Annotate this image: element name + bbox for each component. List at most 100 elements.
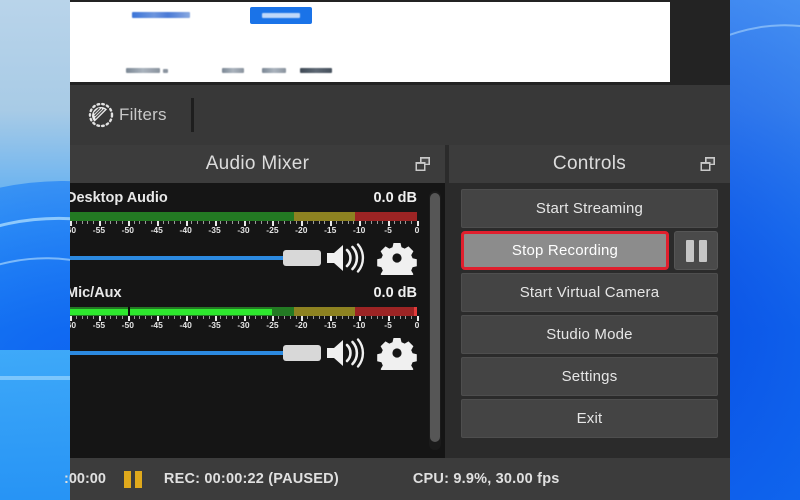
- controls-row: Settings: [461, 357, 718, 396]
- preview-button-label: [262, 13, 300, 18]
- volume-slider-fill: [70, 256, 319, 260]
- filters-icon: [88, 102, 114, 128]
- audio-mixer-title: Audio Mixer: [205, 153, 310, 174]
- meter-scale-label: -20: [295, 225, 308, 235]
- meter-scale-label: -5: [384, 320, 392, 330]
- mixer-track: Desktop Audio0.0 dB-60-55-50-45-40-35-30…: [70, 185, 429, 283]
- pause-recording-button[interactable]: [674, 231, 718, 270]
- meter-scale-label: -10: [353, 225, 366, 235]
- mixer-track-list: Desktop Audio0.0 dB-60-55-50-45-40-35-30…: [70, 183, 429, 458]
- control-button-stop-recording[interactable]: Stop Recording: [461, 231, 669, 270]
- controls-row: Stop Recording: [461, 231, 718, 270]
- meter-scale-label: -60: [70, 320, 77, 330]
- mixer-scrollbar[interactable]: [429, 183, 445, 458]
- controls-title: Controls: [552, 153, 627, 174]
- mixer-track-db: 0.0 dB: [373, 285, 417, 301]
- filters-label: Filters: [119, 105, 167, 124]
- controls-titlebar: Controls: [449, 145, 730, 183]
- meter-scale: -60-55-50-45-40-35-30-25-20-15-10-50: [70, 225, 420, 237]
- mixer-scrollbar-track[interactable]: [429, 191, 441, 450]
- meter-scale-label: -40: [179, 320, 192, 330]
- preview-footer-caret: [163, 69, 168, 73]
- obs-studio-window: Filters Audio Mixer Desktop Audio0.0 dB-: [64, 0, 730, 500]
- mixer-track-controls: [70, 331, 417, 378]
- mixer-track-name: Mic/Aux: [70, 285, 122, 301]
- audio-mixer-titlebar: Audio Mixer: [70, 145, 445, 183]
- preview-footer-item: [262, 68, 286, 73]
- meter-scale-label: -35: [208, 320, 221, 330]
- meter-peak-marker: [127, 307, 130, 316]
- volume-slider-handle[interactable]: [283, 250, 321, 266]
- meter-scale-label: -50: [121, 320, 134, 330]
- control-button-start-streaming[interactable]: Start Streaming: [461, 189, 718, 228]
- mixer-track-name: Desktop Audio: [70, 190, 168, 206]
- docks-row: Audio Mixer Desktop Audio0.0 dB-60-55-50…: [70, 145, 730, 458]
- preview-footer-item: [126, 68, 160, 73]
- preview-footer-item: [300, 68, 332, 73]
- meter-scale-label: 0: [414, 320, 420, 330]
- controls-dock: Controls Start Streaming Stop Recording St…: [445, 145, 730, 458]
- meter-clip-indicator: [414, 307, 417, 316]
- speaker-on-icon[interactable]: [323, 241, 369, 275]
- popout-icon[interactable]: [415, 157, 431, 172]
- pause-icon-bar: [685, 239, 694, 262]
- gear-icon[interactable]: [377, 241, 417, 283]
- volume-slider[interactable]: [70, 342, 321, 364]
- control-button-settings[interactable]: Settings: [461, 357, 718, 396]
- mixer-level-meter: -60-55-50-45-40-35-30-25-20-15-10-50: [70, 307, 420, 332]
- mixer-track-db: 0.0 dB: [373, 190, 417, 206]
- meter-scale-label: -30: [237, 225, 250, 235]
- meter-scale-label: -20: [295, 320, 308, 330]
- pause-icon-bar: [698, 239, 707, 262]
- mixer-track-header: Desktop Audio 0.0 dB: [70, 185, 417, 211]
- scene-toolbar: Filters: [70, 85, 730, 145]
- meter-scale-label: -5: [384, 225, 392, 235]
- preview-primary-button: [250, 7, 312, 24]
- meter-level: [70, 308, 273, 315]
- meter-scale-label: -25: [266, 320, 279, 330]
- status-bar: :00:00 REC: 00:00:22 (PAUSED) CPU: 9.9%,…: [64, 458, 730, 500]
- mixer-track-controls: [70, 236, 417, 283]
- controls-row: Start Streaming: [461, 189, 718, 228]
- gear-icon[interactable]: [377, 336, 417, 378]
- volume-slider-handle[interactable]: [283, 345, 321, 361]
- meter-scale-label: -55: [92, 320, 106, 330]
- meter-scale-label: -15: [324, 320, 337, 330]
- toolbar-separator: [190, 98, 194, 132]
- meter-scale: -60-55-50-45-40-35-30-25-20-15-10-50: [70, 320, 420, 332]
- mixer-track: Mic/Aux0.0 dB-60-55-50-45-40-35-30-25-20…: [70, 280, 429, 378]
- speaker-on-icon[interactable]: [323, 336, 369, 370]
- controls-button-list: Start Streaming Stop Recording Start Virtu…: [449, 183, 730, 458]
- meter-scale-label: 0: [414, 225, 420, 235]
- mixer-track-header: Mic/Aux 0.0 dB: [70, 280, 417, 306]
- audio-mixer-body: Desktop Audio0.0 dB-60-55-50-45-40-35-30…: [70, 183, 445, 458]
- popout-icon[interactable]: [700, 157, 716, 172]
- volume-slider-fill: [70, 351, 319, 355]
- meter-scale-label: -40: [179, 225, 192, 235]
- control-button-exit[interactable]: Exit: [461, 399, 718, 438]
- mixer-level-meter: -60-55-50-45-40-35-30-25-20-15-10-50: [70, 212, 420, 237]
- meter-scale-label: -15: [324, 225, 337, 235]
- audio-mixer-dock: Audio Mixer Desktop Audio0.0 dB-60-55-50…: [70, 145, 445, 458]
- meter-scale-label: -25: [266, 225, 279, 235]
- meter-scale-label: -45: [150, 320, 163, 330]
- meter-scale-label: -45: [150, 225, 163, 235]
- cpu-fps-status: CPU: 9.9%, 30.00 fps: [412, 471, 560, 487]
- preview-area[interactable]: [70, 0, 730, 85]
- control-button-studio-mode[interactable]: Studio Mode: [461, 315, 718, 354]
- mixer-scrollbar-thumb[interactable]: [430, 193, 440, 442]
- meter-scale-label: -35: [208, 225, 221, 235]
- meter-scale-label: -10: [353, 320, 366, 330]
- recording-status: REC: 00:00:22 (PAUSED): [163, 471, 339, 487]
- live-timer: :00:00: [64, 471, 106, 487]
- preview-link-text: [132, 12, 190, 18]
- controls-row: Start Virtual Camera: [461, 273, 718, 312]
- meter-scale-label: -50: [121, 225, 134, 235]
- controls-row: Exit: [461, 399, 718, 438]
- meter-scale-label: -30: [237, 320, 250, 330]
- volume-slider[interactable]: [70, 247, 321, 269]
- control-button-start-virtual-camera[interactable]: Start Virtual Camera: [461, 273, 718, 312]
- filters-button[interactable]: Filters: [88, 102, 167, 128]
- controls-row: Studio Mode: [461, 315, 718, 354]
- meter-scale-label: -60: [70, 225, 77, 235]
